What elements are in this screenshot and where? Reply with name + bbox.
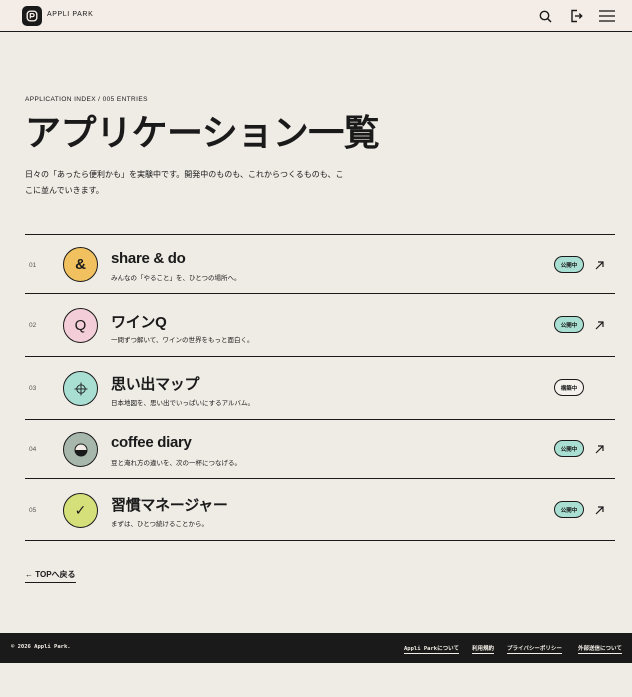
page-title: アプリケーション一覧 [25, 112, 380, 153]
copyright-text: © 2026 Appli Park. [11, 644, 71, 650]
intro-text: 日々の「あったら便利かも」を実験中です。開発中のものも、これからつくるものも、こ… [25, 170, 344, 195]
app-description: みんなの「やること」を、ひとつの場所へ。 [111, 275, 241, 282]
row-number: 02 [29, 322, 37, 329]
external-arrow-icon[interactable] [594, 320, 604, 330]
footer-link-privacy[interactable]: プライバシーポリシー [507, 644, 562, 654]
app-icon-glyph: Q [74, 317, 87, 334]
footer-link-about[interactable]: Appli Parkについて [404, 644, 459, 654]
row-number: 03 [29, 385, 37, 392]
app-description: まずは、ひとつ続けることから。 [111, 521, 209, 528]
logout-icon[interactable] [568, 8, 584, 24]
back-to-top-link[interactable]: ← TOPへ戻る [25, 569, 76, 583]
entries-eyebrow: APPLICATION INDEX / 005 ENTRIES [25, 96, 148, 103]
status-badge: 公開中 [554, 501, 584, 518]
app-name: coffee diary [111, 434, 192, 451]
ampersand-icon: & [63, 247, 98, 282]
footer-link-external-transmission[interactable]: 外部送信について [578, 644, 622, 654]
external-arrow-icon[interactable] [594, 260, 604, 270]
app-name: 習慣マネージャー [111, 497, 228, 514]
status-badge: 構築中 [554, 379, 584, 396]
half-circle-icon [63, 432, 98, 467]
q-letter-icon: Q [63, 308, 98, 343]
status-badge: 公開中 [554, 440, 584, 457]
app-icon-glyph: ✓ [74, 502, 87, 518]
row-number: 04 [29, 446, 37, 453]
external-arrow-icon[interactable] [594, 505, 604, 515]
app-description: 一問ずつ解いて、ワインの世界をもっと面白く。 [111, 337, 254, 344]
app-description: 日本地図を、思い出でいっぱいにするアルバム。 [111, 400, 254, 407]
app-row-wine-q[interactable]: 02 Q ワインQ 一問ずつ解いて、ワインの世界をもっと面白く。 公開中 [25, 293, 615, 356]
brand-name[interactable]: APPLI PARK [47, 11, 93, 18]
app-name: share & do [111, 250, 186, 267]
app-row-habit-manager[interactable]: 05 ✓ 習慣マネージャー まずは、ひとつ続けることから。 公開中 [25, 478, 615, 541]
checkmark-icon: ✓ [63, 493, 98, 528]
search-icon[interactable] [537, 8, 553, 24]
app-row-coffee-diary[interactable]: 04 coffee diary 豆と淹れ方の違いを、次の一杯につなげる。 公開中 [25, 419, 615, 478]
app-icon-glyph: & [75, 256, 86, 273]
row-number: 01 [29, 262, 37, 269]
app-row-share-do[interactable]: 01 & share & do みんなの「やること」を、ひとつの場所へ。 公開中 [25, 234, 615, 293]
menu-icon[interactable] [599, 8, 615, 24]
footer-link-terms[interactable]: 利用規約 [472, 644, 495, 654]
row-number: 05 [29, 507, 37, 514]
app-description: 豆と淹れ方の違いを、次の一杯につなげる。 [111, 460, 241, 467]
external-arrow-icon[interactable] [594, 444, 604, 454]
app-name: 思い出マップ [111, 376, 200, 393]
status-badge: 公開中 [554, 256, 584, 273]
site-header: APPLI PARK [0, 0, 632, 32]
app-name: ワインQ [111, 314, 167, 331]
logo-icon[interactable] [22, 6, 42, 26]
site-footer: © 2026 Appli Park. Appli Parkについて 利用規約 プ… [0, 633, 632, 663]
status-badge: 公開中 [554, 316, 584, 333]
crosshair-icon [63, 371, 98, 406]
app-row-memory-map[interactable]: 03 思い出マップ 日本地図を、思い出でいっぱいにするアルバム。 構築中 [25, 356, 615, 419]
app-list: 01 & share & do みんなの「やること」を、ひとつの場所へ。 公開中… [25, 234, 615, 541]
